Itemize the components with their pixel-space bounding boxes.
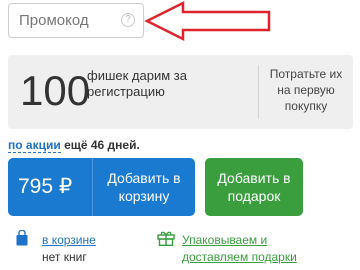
red-arrow-annotation <box>144 0 271 42</box>
promotion-days-text: ещё 46 дней. <box>60 138 140 152</box>
promotion-link[interactable]: по акции <box>8 138 61 153</box>
gift-wrap-link[interactable]: Упаковываем и доставляем подарки <box>182 232 332 266</box>
price: 795 ₽ <box>18 175 73 198</box>
bonus-amount: 100 <box>20 67 91 114</box>
question-circle-icon[interactable]: ? <box>121 13 135 27</box>
cart-link[interactable]: в корзине <box>42 233 96 247</box>
add-to-cart-button[interactable]: 795 ₽ Добавить в корзину <box>8 158 195 216</box>
bonus-description: фишек дарим за регистрацию <box>87 68 187 99</box>
bonus-divider <box>258 65 259 119</box>
add-as-gift-button[interactable]: Добавить в подарок <box>205 158 303 216</box>
shopping-bag-icon <box>16 230 28 246</box>
add-to-cart-label: Добавить в корзину <box>107 170 181 204</box>
cart-status: нет книг <box>42 250 87 264</box>
bonus-spend-text: Потратьте их на первую покупку <box>269 67 343 113</box>
bonus-panel: 100 фишек дарим за регистрацию Потратьте… <box>8 55 353 129</box>
promotion-days: по акции ещё 46 дней. <box>8 138 140 153</box>
gift-box-icon <box>157 231 175 246</box>
